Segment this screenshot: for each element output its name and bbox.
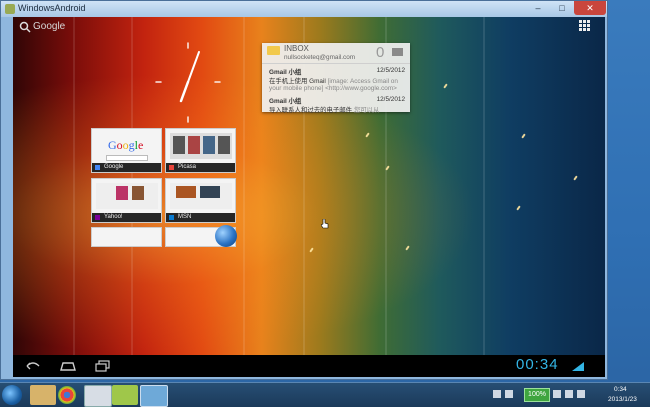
gmail-widget[interactable]: INBOX nullsocketeq@gmail.com 0 Gmail 小组 …	[262, 43, 410, 114]
taskbar-time[interactable]: 0:34	[614, 386, 627, 393]
minimize-button[interactable]: –	[526, 1, 550, 15]
signal-icon	[572, 362, 584, 371]
bookmark-label: Google	[92, 163, 161, 172]
picasa-preview	[170, 133, 232, 159]
status-bar-time: 00:34	[516, 356, 559, 373]
taskbar-date[interactable]: 2013/1/23	[608, 396, 637, 403]
title-bar[interactable]: WindowsAndroid – □ ✕	[1, 1, 607, 17]
tray-icon[interactable]	[505, 390, 513, 398]
bookmark-msn[interactable]: MSN	[165, 178, 236, 223]
email-snippet: [image: Access Gmail on	[327, 78, 398, 85]
bookmark-google[interactable]: Google Google	[91, 128, 162, 173]
clock-minute-hand	[187, 51, 200, 83]
wallpaper-speck	[573, 175, 578, 181]
email-row[interactable]: Gmail 小组 12/5/2012 导入联系人和过去的电子邮件 您可以从	[269, 96, 405, 114]
volume-icon[interactable]	[565, 390, 573, 398]
gmail-unread-count: 0	[376, 44, 385, 61]
windows-taskbar: 100% 0:34 2013/1/23	[0, 382, 650, 407]
email-date: 12/5/2012	[376, 67, 405, 74]
bookmark-thumbnail[interactable]	[91, 227, 162, 247]
battery-indicator[interactable]: 100%	[524, 388, 550, 402]
wallpaper-streak	[483, 17, 485, 377]
android-home-screen: Google INBOX nullsocketeq@gmail.com 0 Gm…	[13, 17, 605, 377]
bookmark-label: MSN	[166, 213, 235, 222]
tray-icon[interactable]	[577, 390, 585, 398]
email-subject: 在手机上使用 Gmail	[269, 78, 326, 85]
wallpaper-streak	[73, 17, 75, 377]
msn-preview	[170, 183, 232, 209]
bookmark-label: Yahoo!	[92, 213, 161, 222]
wallpaper-streak	[243, 17, 245, 377]
chrome-icon[interactable]	[58, 386, 76, 404]
android-navigation-bar: 00:34	[13, 355, 605, 377]
search-icon	[19, 21, 31, 33]
clock-hour-hand	[179, 80, 190, 103]
picasa-favicon-icon	[169, 165, 174, 170]
close-button[interactable]: ✕	[574, 1, 606, 15]
email-snippet: 您可以从	[353, 107, 380, 114]
google-favicon-icon	[95, 165, 100, 170]
wallpaper-speck	[443, 83, 448, 89]
google-logo: Google	[108, 138, 144, 152]
wallpaper-speck	[516, 205, 521, 211]
gmail-inbox-label: INBOX	[284, 44, 309, 53]
bookmark-picasa[interactable]: Picasa	[165, 128, 236, 173]
window-title: WindowsAndroid	[18, 3, 86, 13]
email-sender: Gmail 小组	[269, 69, 302, 76]
globe-icon[interactable]	[215, 225, 237, 247]
bookmark-yahoo[interactable]: Yahoo!	[91, 178, 162, 223]
app-icon	[5, 4, 15, 14]
hand-cursor-icon	[321, 219, 329, 229]
wallpaper-speck	[309, 247, 314, 253]
gmail-widget-header[interactable]: INBOX nullsocketeq@gmail.com 0	[262, 43, 410, 64]
yahoo-preview	[96, 183, 158, 209]
wallpaper-speck	[385, 165, 390, 171]
recents-icon[interactable]	[95, 360, 111, 372]
email-subject: 导入联系人和过去的电子邮件	[269, 107, 353, 114]
email-snippet: your mobile phone] <http://www.google.co…	[269, 85, 397, 92]
search-label: Google	[33, 21, 66, 32]
email-sender: Gmail 小组	[269, 98, 302, 105]
home-icon[interactable]	[59, 360, 77, 372]
explorer-icon[interactable]	[30, 385, 56, 405]
msn-favicon-icon	[169, 215, 174, 220]
gmail-envelope-icon	[267, 46, 280, 55]
yahoo-favicon-icon	[95, 215, 100, 220]
wallpaper-speck	[521, 133, 526, 139]
analog-clock-widget[interactable]	[153, 35, 223, 125]
start-button[interactable]	[2, 385, 22, 405]
windows-android-window: WindowsAndroid – □ ✕ Google INBOX nullso…	[0, 0, 608, 380]
wallpaper-speck	[405, 245, 410, 251]
windowsandroid-icon[interactable]	[140, 385, 168, 407]
email-row[interactable]: Gmail 小组 12/5/2012 在手机上使用 Gmail [image: …	[269, 67, 405, 92]
email-date: 12/5/2012	[376, 96, 405, 103]
compose-icon[interactable]	[392, 48, 403, 56]
gmail-account: nullsocketeq@gmail.com	[284, 54, 356, 61]
tray-icon[interactable]	[493, 390, 501, 398]
maximize-button[interactable]: □	[550, 1, 574, 15]
bookmark-label: Picasa	[166, 163, 235, 172]
wallpaper-speck	[365, 132, 370, 138]
google-search-box	[106, 155, 148, 161]
taskbar-app-icon[interactable]	[84, 385, 112, 407]
network-icon[interactable]	[553, 390, 561, 398]
all-apps-icon[interactable]	[579, 20, 591, 32]
android-icon[interactable]	[112, 385, 138, 405]
back-icon[interactable]	[25, 360, 41, 372]
